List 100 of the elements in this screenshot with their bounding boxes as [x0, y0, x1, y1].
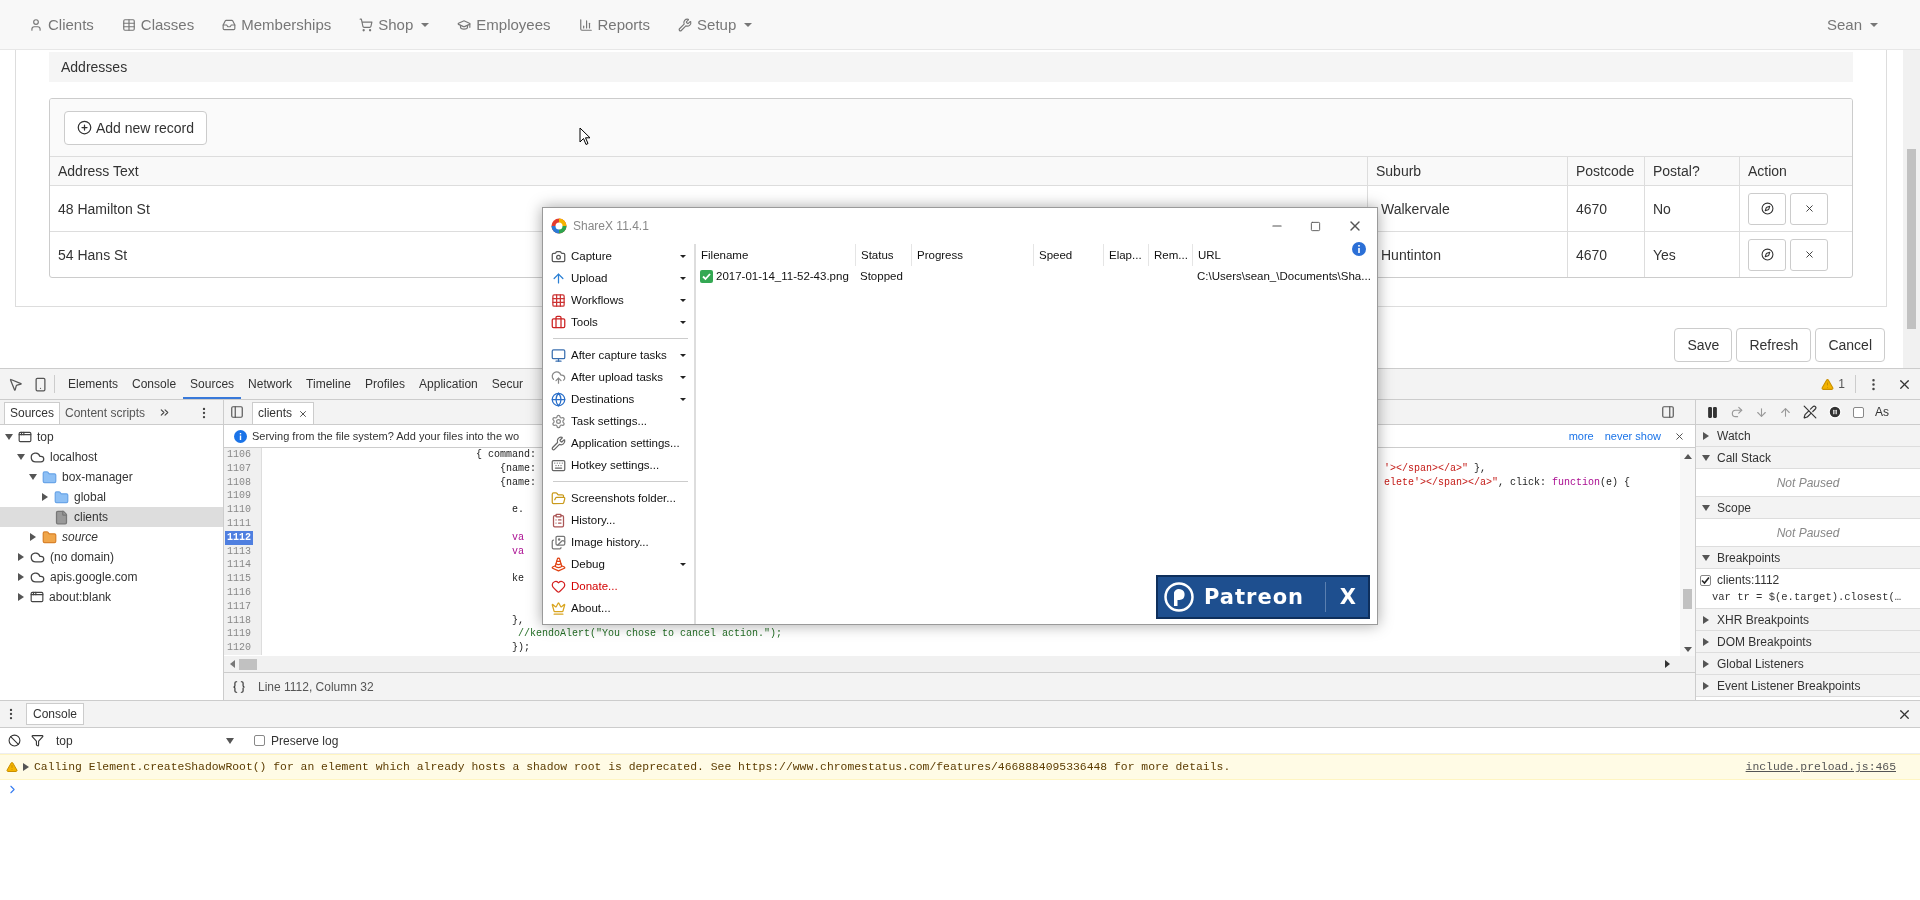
column-header[interactable]: Speed	[1034, 244, 1104, 266]
devtools-tab[interactable]: Console	[125, 369, 184, 399]
checkbox[interactable]	[1853, 406, 1864, 418]
file-tab[interactable]: clients	[252, 402, 314, 424]
tree-item[interactable]: apis.google.com	[0, 567, 223, 587]
tree-item[interactable]: global	[0, 487, 223, 507]
user-menu[interactable]: Sean	[1812, 0, 1920, 50]
section-header[interactable]: Event Listener Breakpoints	[1696, 675, 1920, 697]
step-out-icon[interactable]	[1779, 405, 1792, 419]
expand-arrow-icon[interactable]	[1701, 636, 1711, 647]
clear-icon[interactable]	[8, 734, 21, 747]
expand-arrow-icon[interactable]	[16, 572, 26, 582]
menu-item[interactable]: Workflows	[551, 289, 694, 311]
drawer-tab[interactable]: Console	[26, 703, 85, 725]
column-header[interactable]: Status	[856, 244, 912, 266]
expand-arrow-icon[interactable]	[1701, 658, 1711, 669]
tree-item[interactable]: source	[0, 527, 223, 547]
pause-exceptions-icon[interactable]	[1828, 405, 1842, 419]
form-button[interactable]: Refresh	[1736, 328, 1812, 362]
devtools-tab[interactable]: Profiles	[358, 369, 413, 399]
checkbox[interactable]	[254, 735, 265, 746]
section-header[interactable]: DOM Breakpoints	[1696, 631, 1920, 653]
devtools-tab[interactable]: Network	[241, 369, 300, 399]
tree-item[interactable]: clients	[0, 507, 223, 527]
deactivate-breakpoints-icon[interactable]	[1803, 405, 1817, 419]
section-header[interactable]: Breakpoints	[1696, 547, 1920, 569]
menu-item[interactable]: After capture tasks	[551, 344, 694, 366]
tree-item[interactable]: (no domain)	[0, 547, 223, 567]
horizontal-scrollbar[interactable]	[224, 656, 1695, 672]
edit-button[interactable]	[1748, 238, 1786, 271]
patreon-banner[interactable]: Patreon X	[1156, 575, 1370, 619]
expand-arrow-icon[interactable]	[1701, 552, 1711, 563]
menu-item[interactable]: Application settings...	[551, 432, 694, 454]
menu-item[interactable]: Screenshots folder...	[551, 487, 694, 509]
info-icon[interactable]	[1352, 242, 1366, 256]
scrollbar-thumb[interactable]	[1683, 589, 1692, 609]
pause-icon[interactable]	[1706, 405, 1719, 419]
menu-item[interactable]: Image history...	[551, 531, 694, 553]
devtools-tab[interactable]: Elements	[61, 369, 126, 399]
tree-item[interactable]: top	[0, 427, 223, 447]
filter-icon[interactable]	[31, 734, 44, 747]
section-header[interactable]: Global Listeners	[1696, 653, 1920, 675]
expand-arrow-icon[interactable]	[1701, 680, 1711, 691]
column-header[interactable]: Rem...	[1149, 244, 1193, 266]
scroll-up-icon[interactable]	[1683, 454, 1692, 459]
close-icon[interactable]	[1674, 430, 1685, 442]
maximize-icon[interactable]	[1310, 220, 1321, 232]
expand-arrow-icon[interactable]	[1701, 452, 1711, 463]
nav-link[interactable]: Shop	[345, 0, 444, 50]
devtools-tab[interactable]: Secur	[484, 369, 531, 399]
nav-link[interactable]: Setup	[664, 0, 767, 50]
sidebar-toggle-icon[interactable]	[1661, 405, 1675, 419]
menu-item[interactable]: After upload tasks	[551, 366, 694, 388]
menu-item[interactable]: Destinations	[551, 388, 694, 410]
step-over-icon[interactable]	[1730, 405, 1744, 419]
menu-item[interactable]: Tools	[551, 311, 694, 333]
expand-arrow-icon[interactable]	[40, 492, 50, 502]
expand-arrow-icon[interactable]	[1701, 614, 1711, 625]
section-header[interactable]: XHR Breakpoints	[1696, 609, 1920, 631]
expand-arrow-icon[interactable]	[28, 532, 38, 542]
sidebar-toggle-icon[interactable]	[230, 405, 244, 419]
tree-item[interactable]: about:blank	[0, 587, 223, 607]
scrollbar-thumb[interactable]	[239, 658, 257, 670]
nav-link[interactable]: Memberships	[208, 0, 346, 50]
column-header[interactable]: Progress	[912, 244, 1034, 266]
scroll-left-icon[interactable]	[230, 660, 235, 668]
edit-button[interactable]	[1748, 192, 1786, 225]
menu-item[interactable]: Debug	[551, 553, 694, 575]
menu-item[interactable]: Donate...	[551, 575, 694, 597]
inspect-icon[interactable]	[8, 376, 23, 392]
devtools-tab[interactable]: Timeline	[299, 369, 358, 399]
expand-arrow-icon[interactable]	[23, 763, 29, 771]
expand-arrow-icon[interactable]	[1701, 430, 1711, 441]
devtools-tab[interactable]: Application	[412, 369, 485, 399]
menu-item[interactable]: Task settings...	[551, 410, 694, 432]
page-scrollbar[interactable]	[1903, 50, 1920, 368]
checkbox[interactable]	[1700, 574, 1711, 586]
source-link[interactable]: include.preload.js:465	[1745, 761, 1896, 773]
navigator-tab[interactable]: Sources	[4, 402, 61, 424]
navigator-tab[interactable]: Content scripts	[60, 402, 151, 424]
form-button[interactable]: Cancel	[1815, 328, 1885, 362]
nav-link[interactable]: Clients	[15, 0, 108, 50]
nav-link[interactable]: Employees	[443, 0, 565, 50]
scrollbar-thumb[interactable]	[1907, 149, 1916, 329]
tree-item[interactable]: localhost	[0, 447, 223, 467]
infobar-link[interactable]: never show	[1604, 430, 1661, 442]
device-icon[interactable]	[33, 376, 48, 392]
section-header[interactable]: Call Stack	[1696, 447, 1920, 469]
expand-arrow-icon[interactable]	[16, 452, 26, 462]
add-record-button[interactable]: Add new record	[64, 110, 208, 145]
tree-item[interactable]: box-manager	[0, 467, 223, 487]
menu-item[interactable]: Hotkey settings...	[551, 454, 694, 476]
nav-link[interactable]: Classes	[107, 0, 209, 50]
close-icon[interactable]	[298, 408, 308, 419]
section-header[interactable]: Watch	[1696, 425, 1920, 447]
expand-arrow-icon[interactable]	[16, 592, 26, 602]
column-header[interactable]: Filename	[696, 244, 856, 266]
menu-item[interactable]: About...	[551, 597, 694, 619]
nav-link[interactable]: Reports	[564, 0, 665, 50]
menu-item[interactable]: History...	[551, 509, 694, 531]
